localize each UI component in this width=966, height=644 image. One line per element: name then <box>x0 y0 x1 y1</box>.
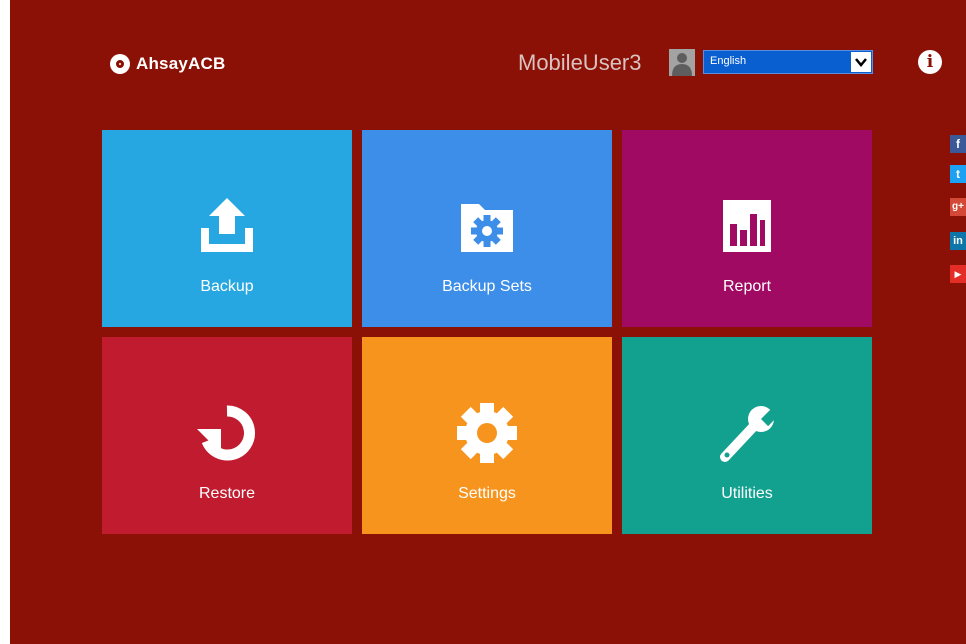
restore-tile[interactable]: Restore <box>102 337 352 534</box>
restore-icon <box>197 405 255 461</box>
gear-icon <box>457 403 517 463</box>
backup-sets-tile-label: Backup Sets <box>442 278 532 295</box>
bar-chart-icon <box>723 200 771 252</box>
backup-tile[interactable]: Backup <box>102 130 352 327</box>
app-window: AhsayACB MobileUser3 English i Backup Ba… <box>10 0 966 644</box>
report-tile-label: Report <box>722 278 772 295</box>
backup-sets-tile[interactable]: Backup Sets <box>362 130 612 327</box>
brand-name: AhsayACB <box>136 54 226 73</box>
language-select-value: English <box>710 55 747 67</box>
googleplus-icon[interactable]: g+ <box>950 198 966 216</box>
folder-gear-icon <box>461 204 513 252</box>
facebook-icon[interactable]: f <box>950 135 966 153</box>
username-label: MobileUser3 <box>518 50 642 75</box>
wrench-icon <box>720 406 778 462</box>
utilities-tile-label: Utilities <box>721 485 773 502</box>
settings-tile-label: Settings <box>458 485 516 502</box>
report-tile[interactable]: Report <box>622 130 872 327</box>
language-select[interactable]: English <box>703 50 873 74</box>
utilities-tile[interactable]: Utilities <box>622 337 872 534</box>
twitter-icon[interactable]: t <box>950 165 966 183</box>
upload-icon <box>201 198 253 252</box>
youtube-icon[interactable]: ▶ <box>950 265 966 283</box>
linkedin-icon[interactable]: in <box>950 232 966 250</box>
restore-tile-label: Restore <box>198 485 256 502</box>
backup-tile-label: Backup <box>200 278 254 295</box>
brand-logo: AhsayACB <box>110 54 225 74</box>
chevron-down-icon[interactable] <box>851 52 871 72</box>
settings-tile[interactable]: Settings <box>362 337 612 534</box>
info-icon[interactable]: i <box>918 50 942 74</box>
logo-icon <box>110 54 130 74</box>
user-avatar-icon[interactable] <box>669 49 695 76</box>
